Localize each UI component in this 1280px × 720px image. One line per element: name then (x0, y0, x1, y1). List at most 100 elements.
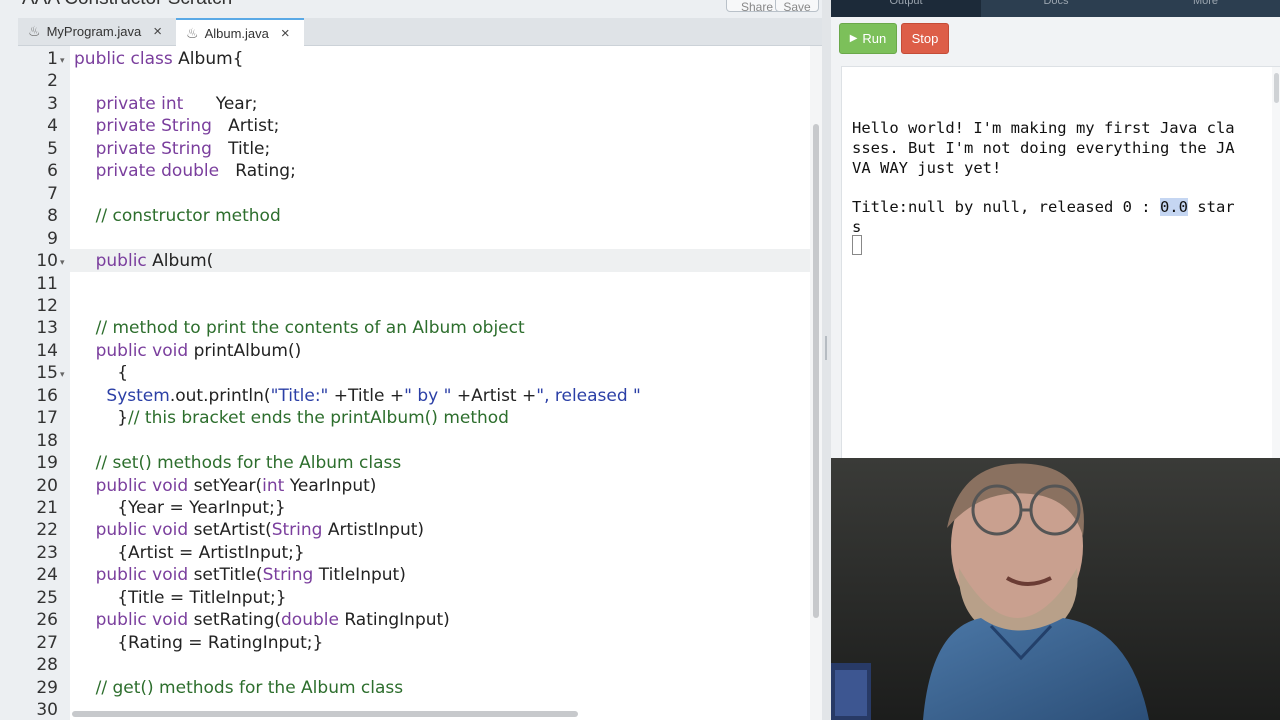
line-number: 5 (47, 138, 58, 159)
pane-divider[interactable] (822, 0, 831, 720)
tab-label: MyProgram.java (46, 24, 142, 39)
code-token: setTitle( (193, 565, 263, 586)
code-line: public void setRating(double RatingInput… (74, 610, 450, 630)
scrollbar-thumb[interactable] (813, 124, 819, 618)
input-cursor[interactable] (852, 235, 862, 255)
code-token: public void (74, 475, 194, 496)
code-line: public void printAlbum() (74, 341, 302, 361)
line-number: 11 (36, 273, 58, 294)
code-line: {Title = TitleInput;} (74, 587, 287, 608)
code-token: Title; (228, 138, 271, 159)
output-line: Hello world! I'm making my first Java cl… (852, 119, 1235, 137)
code-token: public void (74, 610, 194, 631)
line-number: 12 (36, 295, 58, 316)
fold-arrow-icon[interactable]: ▾ (60, 257, 65, 268)
line-number: 2 (47, 71, 58, 92)
line-number: 18 (36, 430, 58, 451)
code-token: +Artist + (451, 385, 537, 406)
save-button[interactable]: Save (775, 0, 819, 14)
code-token: ", released " (536, 385, 641, 406)
run-button[interactable]: ▶ Run (839, 23, 897, 54)
scrollbar-thumb[interactable] (1274, 73, 1279, 103)
line-number: 6 (47, 161, 58, 182)
code-token: {Artist = ArtistInput;} (74, 542, 305, 563)
code-token: TitleInput) (318, 565, 406, 586)
output-line: sses. But I'm not doing everything the J… (852, 139, 1235, 157)
line-number: 22 (36, 520, 58, 541)
code-token: int (262, 475, 290, 496)
tab-output[interactable]: Output (831, 0, 981, 17)
editor-horizontal-scrollbar[interactable] (72, 711, 578, 717)
line-number: 1 (47, 49, 58, 69)
line-number: 8 (47, 206, 58, 227)
line-number: 14 (36, 340, 58, 361)
fold-arrow-icon[interactable]: ▾ (60, 55, 65, 66)
stop-label: Stop (911, 31, 939, 46)
presenter-video (831, 458, 1280, 720)
tab-album[interactable]: ♨ Album.java × (176, 18, 304, 46)
code-line: {Rating = RatingInput;} (74, 633, 323, 653)
java-file-icon: ♨ (28, 23, 41, 39)
line-number: 17 (36, 408, 58, 429)
code-token: "Title:" (270, 385, 329, 406)
line-number: 15 (36, 363, 58, 384)
title-bar: AAA Constructor Scratch Share Save (0, 0, 822, 18)
close-icon[interactable]: × (153, 23, 162, 40)
code-token: setYear( (193, 475, 263, 496)
code-token: String (262, 565, 319, 586)
line-number: 24 (36, 565, 58, 586)
code-line: public class Album{ (74, 49, 243, 69)
code-token: " by " (404, 385, 452, 406)
editor-vertical-scrollbar[interactable] (810, 46, 822, 720)
code-token: private int (74, 93, 216, 114)
code-token: YearInput) (289, 475, 377, 496)
run-label: Run (862, 31, 887, 46)
project-title: AAA Constructor Scratch (22, 0, 232, 10)
code-token: // set() methods for the Album class (74, 453, 402, 474)
code-token: { (74, 363, 129, 384)
stop-button[interactable]: Stop (901, 23, 949, 54)
code-token: setArtist( (193, 520, 272, 541)
output-tabs: Output Docs More (831, 0, 1280, 17)
code-token: Year; (215, 93, 258, 114)
code-token: public class (74, 49, 179, 69)
code-line: public Album( (74, 251, 214, 272)
code-line: {Year = YearInput;} (74, 498, 285, 518)
code-token: public (74, 251, 153, 272)
code-token: .out.println( (169, 385, 271, 406)
code-token: private String (74, 138, 229, 159)
code-line: public void setTitle(String TitleInput) (74, 565, 406, 585)
code-token: // constructor method (74, 206, 281, 227)
line-number: 7 (47, 183, 58, 204)
code-token: } (74, 408, 129, 429)
line-number: 20 (36, 475, 58, 496)
code-line: }// this bracket ends the printAlbum() m… (74, 408, 509, 428)
line-gutter: 1 ▾ 2 3 4 5 6 7 8 9 10 ▾ 11 12 13 14 15 ▾ 16 17 18 19 20 21 22 23… (18, 46, 70, 720)
fold-arrow-icon[interactable]: ▾ (60, 369, 65, 380)
output-line: VA WAY just yet! (852, 159, 1002, 177)
line-number: 4 (47, 116, 58, 137)
line-number: 10 (36, 251, 58, 272)
code-token: Album{ (178, 49, 244, 69)
divider-grip-icon[interactable] (825, 336, 827, 360)
close-icon[interactable]: × (281, 25, 290, 42)
code-editor[interactable]: 1 ▾ 2 3 4 5 6 7 8 9 10 ▾ 11 12 13 14 15 ▾ 16 17 18 19 20 21 22 23… (18, 46, 810, 720)
code-token: {Title = TitleInput;} (74, 587, 287, 608)
code-token: setRating( (193, 610, 281, 631)
tab-docs[interactable]: Docs (981, 0, 1131, 17)
tab-more[interactable]: More (1131, 0, 1280, 17)
line-number: 28 (36, 655, 58, 676)
code-line: {Artist = ArtistInput;} (74, 543, 305, 563)
line-number: 23 (36, 542, 58, 563)
output-console[interactable]: Hello world! I'm making my first Java cl… (841, 66, 1280, 467)
line-number: 29 (36, 677, 58, 698)
output-line: s (852, 218, 862, 236)
editor-pane: AAA Constructor Scratch Share Save ♨ MyP… (0, 0, 822, 720)
console-scrollbar[interactable] (1272, 67, 1280, 467)
line-number: 19 (36, 453, 58, 474)
code-line: System.out.println("Title:" +Title +" by… (74, 385, 641, 406)
code-token: private String (74, 116, 229, 137)
code-token: {Rating = RatingInput;} (74, 632, 324, 653)
tab-myprogram[interactable]: ♨ MyProgram.java × (18, 18, 176, 45)
code-token: Rating; (235, 161, 296, 182)
